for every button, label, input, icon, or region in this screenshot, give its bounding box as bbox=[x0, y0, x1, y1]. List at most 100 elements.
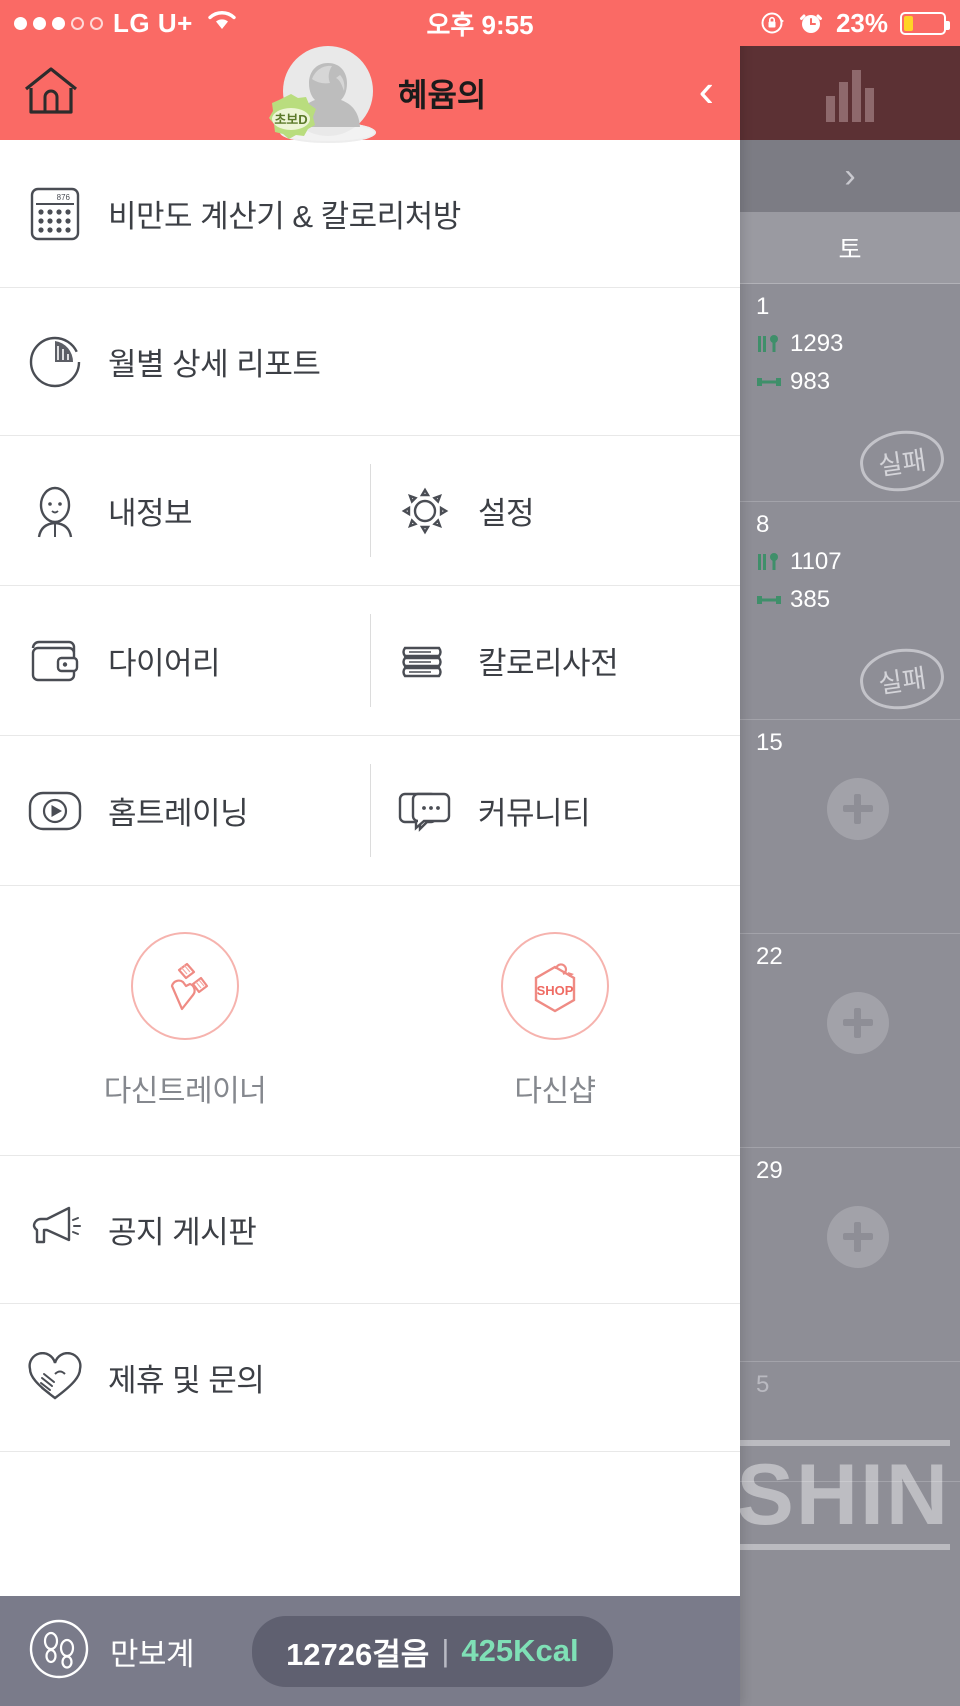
menu-item-label: 비만도 계산기 & 칼로리처방 bbox=[108, 199, 461, 234]
status-bar-right-group: 23% bbox=[760, 8, 960, 39]
svg-text:SHOP: SHOP bbox=[537, 983, 574, 998]
calendar-weekday-header: 토 bbox=[740, 212, 960, 284]
menu-item-label: 제휴 및 문의 bbox=[108, 1363, 265, 1398]
calculator-icon: 876 bbox=[26, 185, 84, 243]
bar-chart-icon bbox=[826, 70, 874, 122]
calendar-calorie-stat: 1293 bbox=[756, 330, 960, 358]
calendar-day-number: 29 bbox=[756, 1157, 783, 1184]
calendar-cell[interactable]: 29 bbox=[740, 1148, 960, 1362]
menu-item-label: 칼로리사전 bbox=[478, 646, 619, 681]
menu-item-calorie-dictionary[interactable]: 칼로리사전 bbox=[370, 586, 740, 735]
menu-item-label: 공지 게시판 bbox=[108, 1215, 257, 1250]
promo-dashin-shop[interactable]: SHOP 다신샵 bbox=[370, 886, 740, 1155]
avatar-with-badge[interactable]: 초보D bbox=[269, 45, 376, 143]
pedometer-bar[interactable]: 만보계 12726걸음 | 425Kcal bbox=[0, 1596, 740, 1706]
calendar-status-stamp: 실패 bbox=[856, 425, 948, 497]
rotation-lock-icon bbox=[761, 12, 784, 34]
calendar-calorie-value: 1293 bbox=[790, 330, 844, 358]
menu-item-label: 홈트레이닝 bbox=[108, 796, 249, 831]
alarm-clock-icon bbox=[799, 14, 822, 33]
calendar-exercise-value: 983 bbox=[790, 368, 831, 396]
chevron-left-icon[interactable]: ‹ bbox=[699, 67, 714, 119]
menu-item-partnership[interactable]: 제휴 및 문의 bbox=[0, 1304, 740, 1452]
calendar-cell[interactable]: 15 bbox=[740, 720, 960, 934]
promo-row: 다신트레이너 SHOP 다신샵 bbox=[0, 886, 740, 1156]
menu-row-info-settings: 내정보 설정 bbox=[0, 436, 740, 586]
username: 혜윰의 bbox=[398, 77, 487, 113]
calendar-day-number: 15 bbox=[756, 729, 783, 756]
menu-item-community[interactable]: 커뮤니티 bbox=[370, 736, 740, 885]
navigation-drawer: LG U+ 오후 9:55 23% 초보D 혜윰의 ‹ 876 비만도 계산기 … bbox=[0, 0, 960, 1706]
dumbbell-small-icon bbox=[757, 596, 781, 605]
calendar-calorie-stat: 1107 bbox=[756, 548, 960, 576]
utensils-icon bbox=[758, 335, 778, 353]
chevron-right-icon[interactable]: › bbox=[844, 157, 855, 196]
calendar-day-number: 5 bbox=[756, 1371, 770, 1398]
dumbbell-icon bbox=[131, 931, 239, 1040]
menu-item-monthly-report[interactable]: 월별 상세 리포트 bbox=[0, 288, 740, 436]
promo-dashin-trainer[interactable]: 다신트레이너 bbox=[0, 886, 370, 1155]
battery-percent: 23% bbox=[835, 7, 888, 38]
drawer-header: 초보D 혜윰의 ‹ bbox=[0, 45, 740, 143]
chat-bubbles-icon bbox=[396, 782, 454, 840]
calendar-day-number: 8 bbox=[756, 511, 770, 538]
play-button-icon bbox=[26, 782, 84, 840]
pedometer-steps: 12726걸음 bbox=[286, 1636, 430, 1672]
promo-label: 다신트레이너 bbox=[103, 1074, 267, 1108]
svg-text:초보D: 초보D bbox=[274, 112, 307, 127]
calendar-calorie-value: 1107 bbox=[790, 548, 842, 576]
menu-row-diary-dictionary: 다이어리 칼로리사전 bbox=[0, 586, 740, 736]
person-icon bbox=[26, 482, 84, 540]
level-badge: 초보D bbox=[262, 91, 320, 145]
home-icon[interactable] bbox=[22, 64, 80, 123]
calendar-day-number: 22 bbox=[756, 943, 783, 970]
menu-item-notice-board[interactable]: 공지 게시판 bbox=[0, 1156, 740, 1304]
menu-item-label: 다이어리 bbox=[108, 646, 221, 681]
calendar-cell[interactable]: 5 bbox=[740, 1362, 960, 1482]
background-calendar-panel: › 토 1 1293 983 실패 8 1107 385 실패 15 22 29… bbox=[740, 0, 960, 1706]
calendar-status-stamp: 실패 bbox=[856, 643, 948, 715]
wallet-icon bbox=[26, 632, 84, 690]
gear-icon bbox=[396, 482, 454, 540]
pie-chart-icon bbox=[26, 333, 84, 391]
carrier-name: LG U+ bbox=[113, 7, 193, 38]
menu-item-bmi-calculator[interactable]: 876 비만도 계산기 & 칼로리처방 bbox=[0, 140, 740, 288]
calendar-exercise-stat: 385 bbox=[756, 586, 960, 614]
footsteps-icon bbox=[28, 1618, 90, 1685]
svg-text:876: 876 bbox=[57, 193, 71, 202]
pedometer-stats-pill[interactable]: 12726걸음 | 425Kcal bbox=[252, 1615, 613, 1687]
menu-item-label: 내정보 bbox=[108, 496, 193, 531]
plus-icon[interactable] bbox=[827, 778, 889, 841]
handshake-heart-icon bbox=[26, 1349, 84, 1407]
menu-item-label: 월별 상세 리포트 bbox=[108, 347, 321, 382]
plus-icon[interactable] bbox=[827, 992, 889, 1055]
pedometer-separator: | bbox=[441, 1633, 450, 1668]
signal-strength-icon bbox=[14, 16, 103, 30]
calendar-exercise-value: 385 bbox=[790, 586, 831, 614]
shop-tag-icon: SHOP bbox=[501, 931, 609, 1040]
menu-list: 876 비만도 계산기 & 칼로리처방 월별 상세 리포트 내정보 설정 다이어… bbox=[0, 140, 740, 1596]
menu-item-my-info[interactable]: 내정보 bbox=[0, 436, 370, 585]
menu-row-training-community: 홈트레이닝 커뮤니티 bbox=[0, 736, 740, 886]
calendar-next-month-row[interactable]: › bbox=[740, 140, 960, 212]
megaphone-icon bbox=[26, 1201, 84, 1259]
pedometer-kcal: 425Kcal bbox=[461, 1633, 579, 1668]
battery-icon bbox=[900, 11, 950, 35]
menu-item-diary[interactable]: 다이어리 bbox=[0, 586, 370, 735]
calendar-day-number: 1 bbox=[756, 293, 770, 320]
pedometer-label: 만보계 bbox=[110, 1636, 195, 1672]
menu-item-settings[interactable]: 설정 bbox=[370, 436, 740, 585]
calendar-exercise-stat: 983 bbox=[756, 368, 960, 396]
calendar-cell[interactable]: 8 1107 385 실패 bbox=[740, 502, 960, 720]
wifi-icon bbox=[205, 7, 239, 40]
calendar-cell[interactable]: 1 1293 983 실패 bbox=[740, 284, 960, 502]
plus-icon[interactable] bbox=[827, 1206, 889, 1269]
calendar-cell[interactable]: 22 bbox=[740, 934, 960, 1148]
promo-label: 다신샵 bbox=[514, 1074, 596, 1108]
menu-item-label: 설정 bbox=[478, 496, 535, 531]
utensils-icon bbox=[758, 553, 778, 571]
menu-item-home-training[interactable]: 홈트레이닝 bbox=[0, 736, 370, 885]
book-stack-icon bbox=[396, 632, 454, 690]
status-bar: LG U+ 오후 9:55 23% bbox=[0, 0, 960, 46]
menu-item-label: 커뮤니티 bbox=[478, 796, 591, 831]
